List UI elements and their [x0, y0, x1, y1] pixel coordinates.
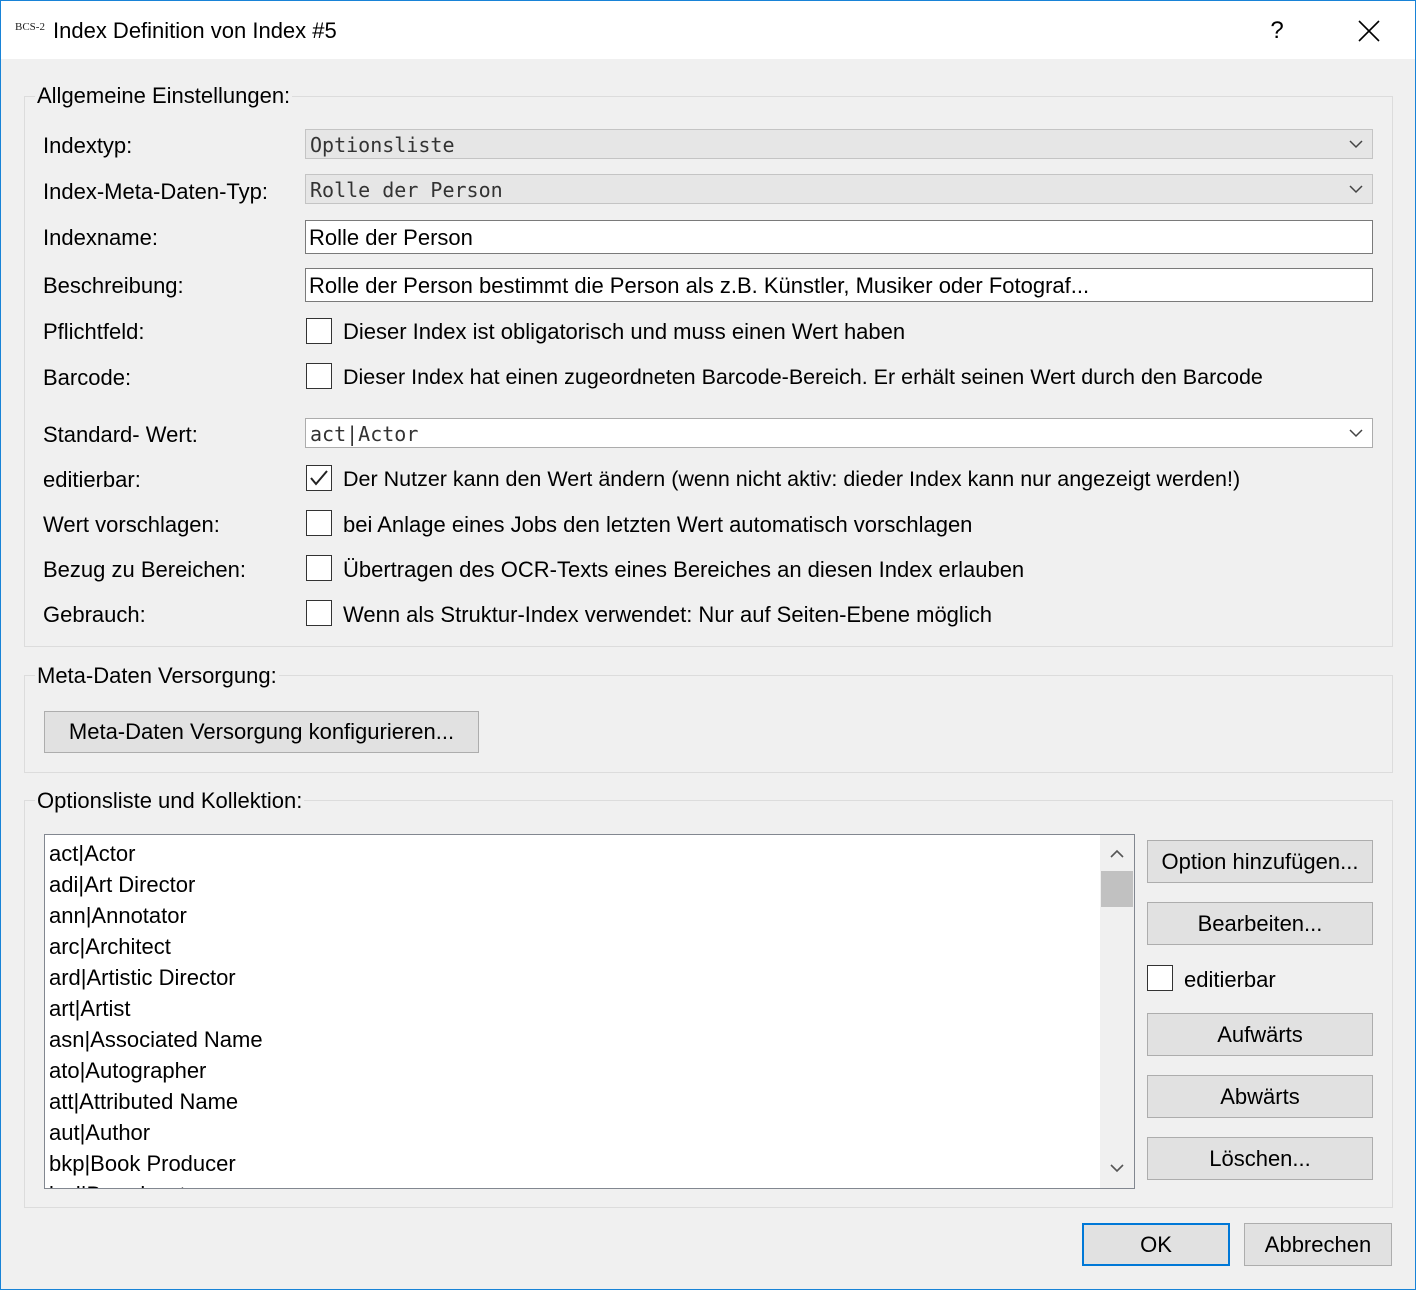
editierbar-label: editierbar:	[43, 467, 141, 492]
window-title: Index Definition von Index #5	[53, 18, 337, 43]
wert-vorschlagen-text: bei Anlage eines Jobs den letzten Wert a…	[343, 512, 973, 537]
beschreibung-label: Beschreibung:	[43, 273, 184, 298]
pflichtfeld-checkbox[interactable]	[306, 318, 332, 344]
indextyp-label: Indextyp:	[43, 133, 133, 158]
title-bar: BCS-2 Index Definition von Index #5 ?	[1, 1, 1415, 59]
list-item[interactable]: ann|Annotator	[45, 900, 1100, 931]
list-item[interactable]: act|Actor	[45, 838, 1100, 869]
list-item[interactable]: brd|Broadcaster	[45, 1179, 1100, 1188]
cancel-button[interactable]: Abbrechen	[1244, 1223, 1392, 1266]
list-item[interactable]: asn|Associated Name	[45, 1024, 1100, 1055]
wert-vorschlagen-checkbox[interactable]	[306, 510, 332, 536]
indexname-label: Indexname:	[43, 225, 158, 250]
list-item[interactable]: adi|Art Director	[45, 869, 1100, 900]
add-option-button[interactable]: Option hinzufügen...	[1147, 840, 1373, 883]
meta-data-configure-button[interactable]: Meta-Daten Versorgung konfigurieren...	[44, 711, 479, 753]
standard-wert-value: act|Actor	[310, 422, 419, 446]
move-up-button[interactable]: Aufwärts	[1147, 1013, 1373, 1056]
editierbar-text: Der Nutzer kann den Wert ändern (wenn ni…	[343, 467, 1241, 491]
list-item[interactable]: att|Attributed Name	[45, 1086, 1100, 1117]
list-item[interactable]: ard|Artistic Director	[45, 962, 1100, 993]
chevron-down-icon	[1349, 140, 1363, 149]
edit-option-button[interactable]: Bearbeiten...	[1147, 902, 1373, 945]
editierbar-checkbox[interactable]	[306, 465, 332, 491]
options-listbox[interactable]: act|Actor adi|Art Director ann|Annotator ar…	[44, 834, 1135, 1189]
ok-button[interactable]: OK	[1082, 1223, 1230, 1266]
beschreibung-input[interactable]: Rolle der Person bestimmt die Person als…	[305, 268, 1373, 302]
barcode-label: Barcode:	[43, 365, 132, 390]
gebrauch-label: Gebrauch:	[43, 602, 146, 627]
indexname-input[interactable]: Rolle der Person	[305, 220, 1373, 254]
indextyp-select[interactable]: Optionsliste	[305, 129, 1373, 159]
pflichtfeld-text: Dieser Index ist obligatorisch und muss …	[343, 319, 906, 344]
delete-option-button[interactable]: Löschen...	[1147, 1137, 1373, 1180]
meta-typ-select[interactable]: Rolle der Person	[305, 174, 1373, 204]
close-button[interactable]	[1343, 9, 1395, 53]
list-item[interactable]: ato|Autographer	[45, 1055, 1100, 1086]
scrollbar-thumb[interactable]	[1101, 871, 1133, 907]
indexname-value: Rolle der Person	[309, 225, 473, 250]
options-list-items: act|Actor adi|Art Director ann|Annotator ar…	[45, 838, 1100, 1188]
close-icon	[1358, 20, 1380, 42]
indextyp-value: Optionsliste	[310, 133, 455, 157]
chevron-down-icon	[1349, 185, 1363, 194]
chevron-down-icon[interactable]	[1108, 1159, 1126, 1177]
list-item[interactable]: arc|Architect	[45, 931, 1100, 962]
bezug-text: Übertragen des OCR-Texts eines Bereiches…	[343, 557, 1025, 582]
bezug-checkbox[interactable]	[306, 555, 332, 581]
dialog-window: BCS-2 Index Definition von Index #5 ? Al…	[0, 0, 1416, 1290]
bezug-label: Bezug zu Bereichen:	[43, 557, 247, 582]
general-settings-title: Allgemeine Einstellungen:	[35, 83, 293, 109]
barcode-checkbox[interactable]	[306, 363, 332, 389]
move-down-button[interactable]: Abwärts	[1147, 1075, 1373, 1118]
barcode-text: Dieser Index hat einen zugeordneten Barc…	[343, 365, 1263, 389]
pflichtfeld-label: Pflichtfeld:	[43, 319, 145, 344]
gebrauch-text: Wenn als Struktur-Index verwendet: Nur a…	[343, 602, 992, 627]
checkmark-icon	[310, 470, 328, 486]
standard-wert-select[interactable]: act|Actor	[305, 418, 1373, 448]
standard-wert-label: Standard- Wert:	[43, 422, 198, 447]
help-button[interactable]: ?	[1251, 9, 1303, 53]
list-scrollbar[interactable]	[1100, 835, 1134, 1188]
list-item[interactable]: bkp|Book Producer	[45, 1148, 1100, 1179]
chevron-up-icon[interactable]	[1108, 845, 1126, 863]
meta-data-title: Meta-Daten Versorgung:	[35, 663, 279, 689]
meta-typ-label: Index-Meta-Daten-Typ:	[43, 179, 268, 204]
options-title: Optionsliste und Kollektion:	[35, 788, 305, 814]
gebrauch-checkbox[interactable]	[306, 600, 332, 626]
list-item[interactable]: art|Artist	[45, 993, 1100, 1024]
option-editierbar-checkbox[interactable]	[1147, 965, 1173, 991]
app-icon: BCS-2	[15, 21, 45, 33]
option-editierbar-text: editierbar	[1184, 967, 1276, 992]
meta-typ-value: Rolle der Person	[310, 178, 503, 202]
list-item[interactable]: aut|Author	[45, 1117, 1100, 1148]
chevron-down-icon	[1349, 429, 1363, 438]
beschreibung-value: Rolle der Person bestimmt die Person als…	[309, 273, 1090, 298]
wert-vorschlagen-label: Wert vorschlagen:	[43, 512, 220, 537]
